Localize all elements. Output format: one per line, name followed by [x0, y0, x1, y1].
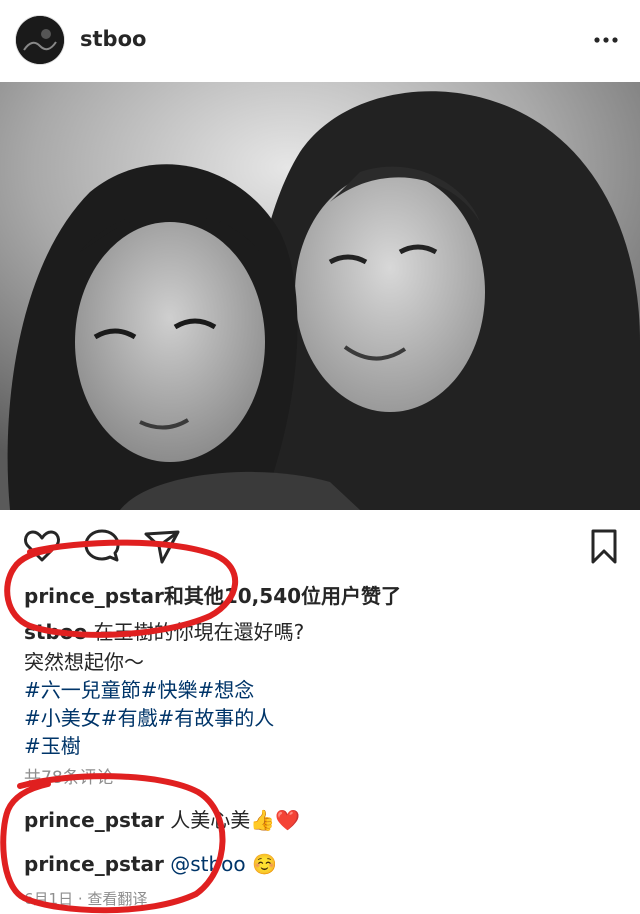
caption-line-1: stboo 在玉樹的你現在還好嗎?: [24, 618, 304, 646]
bookmark-icon[interactable]: [584, 526, 624, 566]
caption-line-2: 突然想起你～: [24, 650, 144, 674]
heart-icon[interactable]: [22, 526, 62, 566]
hashtag-row: #小美女#有戲#有故事的人: [24, 704, 274, 732]
hashtag-link[interactable]: #六一兒童節: [24, 678, 141, 702]
avatar[interactable]: [16, 16, 64, 64]
post-date: 6月1日: [24, 890, 74, 908]
hashtag-row: #六一兒童節#快樂#想念: [24, 676, 254, 704]
action-bar: [0, 520, 640, 570]
comment-row: prince_pstar 人美心美👍❤️: [24, 806, 300, 834]
caption-user[interactable]: stboo: [24, 620, 87, 644]
photo-illustration: [0, 82, 640, 510]
hashtag-link[interactable]: #玉樹: [24, 734, 81, 758]
hashtag-link[interactable]: #有故事的人: [158, 706, 275, 730]
hashtag-link[interactable]: #快樂: [141, 678, 198, 702]
more-horizontal-icon[interactable]: [592, 28, 620, 52]
hashtag-link[interactable]: #想念: [198, 678, 255, 702]
caption-text: 在玉樹的你現在還好嗎?: [87, 620, 305, 644]
comment-user[interactable]: prince_pstar: [24, 852, 164, 876]
comment-mention[interactable]: @stboo: [164, 852, 245, 876]
view-all-comments-link[interactable]: 共78条评论: [24, 764, 114, 792]
comment-user[interactable]: prince_pstar: [24, 808, 164, 832]
likes-rest[interactable]: 和其他10,540位用户赞了: [164, 584, 401, 608]
comment-emoji: 👍❤️: [250, 808, 301, 832]
post-photo[interactable]: [0, 82, 640, 510]
post-author-username[interactable]: stboo: [80, 27, 146, 51]
comment-emoji: ☺️: [245, 852, 277, 876]
hashtag-row: #玉樹: [24, 732, 81, 760]
post-header: stboo: [0, 0, 640, 82]
send-icon[interactable]: [142, 526, 182, 566]
likes-summary: prince_pstar和其他10,540位用户赞了: [24, 582, 401, 610]
likes-user[interactable]: prince_pstar: [24, 584, 164, 608]
comment-row: prince_pstar @stboo ☺️: [24, 850, 277, 878]
comment-icon[interactable]: [82, 526, 122, 566]
comment-text: 人美心美: [163, 808, 251, 832]
see-translation-link[interactable]: 查看翻译: [87, 890, 147, 908]
post-footer: 6月1日 · 查看翻译: [24, 890, 148, 908]
hashtag-link[interactable]: #有戲: [101, 706, 158, 730]
hashtag-link[interactable]: #小美女: [24, 706, 101, 730]
